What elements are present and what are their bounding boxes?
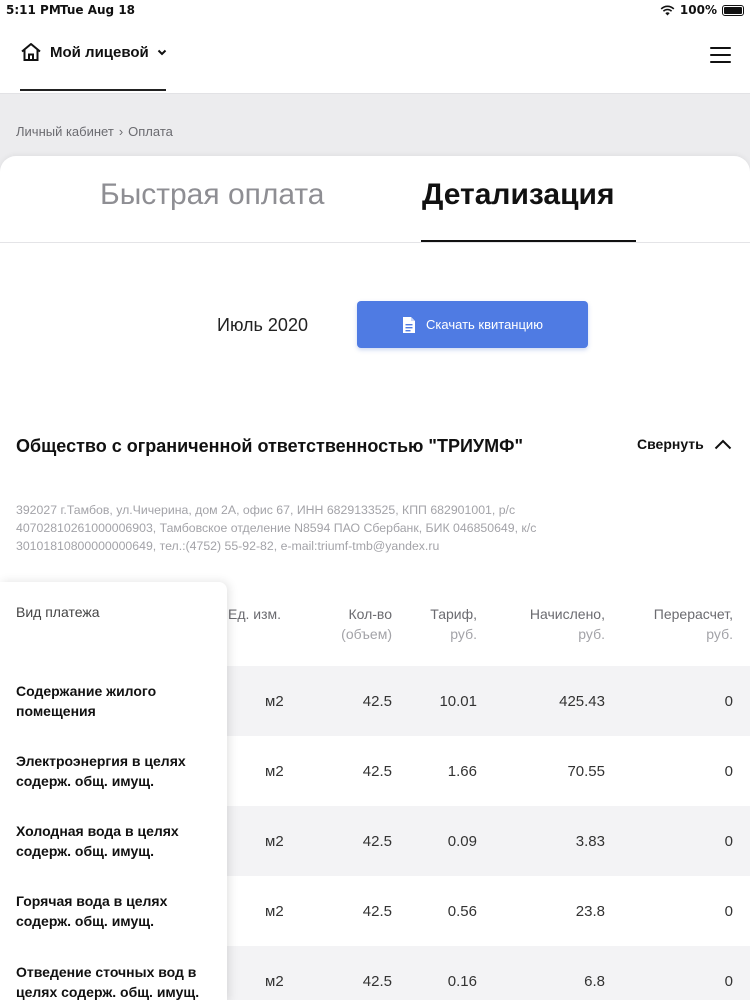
cell-qty: 42.5 [362,832,392,850]
cell-qty: 42.5 [362,762,392,780]
column-header-qty: Кол-во (объем) [341,604,392,644]
column-header-unit-label: Ед. изм. [228,606,282,622]
breadcrumb-home[interactable]: Личный кабинет [16,124,114,139]
cell-recalc: 0 [724,692,733,710]
provider-requisites: 392027 г.Тамбов, ул.Чичерина, дом 2А, оф… [16,503,537,553]
top-navigation: Мой лицевой [0,20,750,94]
column-header-tariff: Тариф, руб. [430,604,477,644]
cell-charged: 3.83 [575,832,605,850]
tab-fast-payment[interactable]: Быстрая оплата [100,178,325,212]
status-date: Tue Aug 18 [60,3,136,17]
document-icon [403,316,416,333]
battery-percent: 100% [679,3,717,17]
download-receipt-label: Скачать квитанцию [426,317,543,332]
chevron-up-icon [714,439,731,449]
cell-unit: м2 [265,692,284,710]
column-header-charged-sub: руб. [578,626,605,642]
column-header-recalc: Перерасчет, руб. [654,604,733,644]
collapse-label: Свернуть [637,436,704,452]
cell-tariff: 10.01 [439,692,477,710]
active-tab-indicator [421,240,636,242]
provider-name: Общество с ограниченной ответственностью… [16,436,523,456]
tab-details[interactable]: Детализация [422,178,615,212]
cell-unit: м2 [265,972,284,990]
column-header-payment-type: Вид платежа [16,604,100,620]
wifi-icon [660,5,675,15]
cell-recalc: 0 [724,972,733,990]
download-receipt-button[interactable]: Скачать квитанцию [357,301,588,348]
column-header-qty-label: Кол-во [348,606,392,622]
cell-charged: 23.8 [575,902,605,920]
payment-card: Быстрая оплата Детализация Июль 2020 Ска… [0,156,750,1000]
cell-tariff: 0.56 [447,902,477,920]
payment-type-name: Содержание жилого помещения [16,683,157,719]
cell-charged: 425.43 [559,692,605,710]
account-underline [20,89,166,91]
cell-tariff: 0.16 [447,972,477,990]
breadcrumb-current: Оплата [128,124,173,139]
cell-qty: 42.5 [362,692,392,710]
cell-recalc: 0 [724,762,733,780]
cell-tariff: 0.09 [447,832,477,850]
tabs: Быстрая оплата Детализация [0,156,750,243]
cell-charged: 70.55 [567,762,605,780]
period-month: Июль 2020 [217,315,308,335]
payment-type-name: Отведение сточных вод в целях содерж. об… [16,964,200,1000]
breadcrumb-separator: › [118,124,124,139]
cell-unit: м2 [265,902,284,920]
account-selector[interactable]: Мой лицевой [20,42,167,62]
cell-charged: 6.8 [584,972,605,990]
status-right: 100% [660,3,744,17]
cell-qty: 42.5 [362,902,392,920]
payment-type-name: Электроэнергия в целях содерж. общ. имущ… [16,753,186,789]
cell-recalc: 0 [724,832,733,850]
status-time: 5:11 PM [6,3,61,17]
chevron-down-icon [157,49,166,55]
home-icon [21,43,41,61]
menu-icon[interactable] [710,47,731,63]
column-header-charged: Начислено, руб. [530,604,605,644]
battery-icon [722,4,744,16]
payment-type-name: Холодная вода в целях содерж. общ. имущ. [16,823,179,859]
column-header-tariff-sub: руб. [450,626,477,642]
account-label: Мой лицевой [50,43,149,61]
cell-tariff: 1.66 [447,762,477,780]
cell-unit: м2 [265,832,284,850]
collapse-button[interactable]: Свернуть [637,436,732,452]
breadcrumb: Личный кабинет › Оплата [16,124,173,139]
sticky-payment-type-column: Вид платежа Содержание жилого помещения … [0,582,227,1000]
cell-qty: 42.5 [362,972,392,990]
payment-type-name: Горячая вода в целях содерж. общ. имущ. [16,893,168,929]
status-bar: 5:11 PM Tue Aug 18 100% [0,0,750,20]
cell-recalc: 0 [724,902,733,920]
column-header-tariff-label: Тариф, [430,606,477,622]
column-header-recalc-sub: руб. [706,626,733,642]
cell-unit: м2 [265,762,284,780]
column-header-charged-label: Начислено, [529,606,605,622]
column-header-qty-sub: (объем) [341,626,392,642]
column-header-recalc-label: Перерасчет, [653,606,733,622]
column-header-unit: Ед. изм. [228,604,281,624]
